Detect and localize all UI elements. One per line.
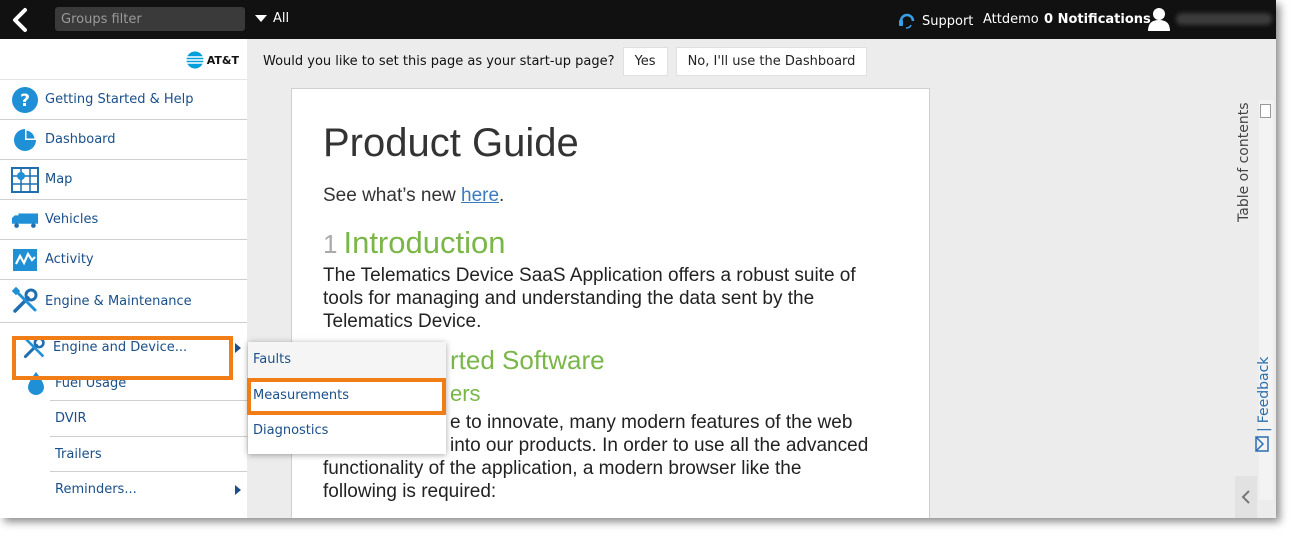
doc-title: Product Guide (323, 121, 579, 165)
startup-page-prompt: Would you like to set this page as your … (263, 47, 868, 76)
sidebar-subitem-engine-device[interactable]: Engine and Device... (0, 330, 247, 366)
sidebar-subitem-trailers[interactable]: Trailers (0, 437, 247, 472)
intro-heading: 1 Introduction (323, 225, 505, 261)
submenu-arrow-icon (235, 342, 241, 353)
body-line-2: into our products. In order to use all t… (450, 435, 869, 456)
subitem-label: DVIR (55, 411, 87, 427)
body-line-1: e to innovate, many modern features of t… (450, 412, 853, 433)
blurred-username (1176, 13, 1272, 25)
sidebar-item-engine-maintenance[interactable]: Engine & Maintenance (0, 280, 247, 323)
app-window: All Support Attdemo 0 Notifications AT&T… (0, 0, 1276, 518)
sidebar-item-label: Activity (45, 252, 94, 267)
flyout-item-faults[interactable]: Faults (248, 342, 446, 378)
headset-icon (898, 9, 916, 33)
intro-heading-text: Introduction (343, 225, 506, 260)
sidebar-item-label: Vehicles (45, 212, 99, 227)
brand-row: AT&T (0, 39, 247, 80)
sidebar-item-getting-started[interactable]: ? Getting Started & Help (0, 80, 247, 120)
intro-line-1: The Telematics Device SaaS Application o… (323, 265, 856, 286)
dropdown-triangle-icon (255, 15, 267, 22)
sidebar-item-label: Dashboard (45, 132, 116, 147)
flyout-item-diagnostics[interactable]: Diagnostics (248, 413, 446, 449)
att-globe-icon (186, 51, 204, 69)
user-avatar-icon[interactable] (1148, 7, 1170, 35)
sidebar: AT&T ? Getting Started & Help Dashboard … (0, 39, 247, 518)
chevron-left-icon (1241, 490, 1250, 504)
sidebar-item-map[interactable]: Map (0, 160, 247, 200)
body-line-3: functionality of the application, a mode… (323, 458, 802, 479)
feedback-tab[interactable]: | Feedback (1255, 357, 1273, 452)
att-logo: AT&T (186, 51, 239, 69)
groups-all-dropdown[interactable]: All (255, 11, 289, 26)
sidebar-item-activity[interactable]: Activity (0, 240, 247, 280)
whats-new-period: . (499, 185, 505, 206)
sidebar-item-dashboard[interactable]: Dashboard (0, 120, 247, 160)
fuel-drop-icon (24, 371, 48, 396)
section-number: 1 (323, 229, 338, 259)
sidebar-subitem-dvir[interactable]: DVIR (0, 401, 247, 437)
intro-line-2: tools for managing and understanding the… (323, 288, 815, 309)
back-arrow-icon[interactable] (8, 6, 34, 34)
sidebar-item-label: Getting Started & Help (45, 92, 194, 107)
sidebar-item-label: Map (45, 172, 73, 187)
groups-filter-input[interactable] (55, 7, 245, 31)
engine-device-flyout-menu: Faults Measurements Diagnostics (248, 342, 446, 454)
map-icon (11, 166, 39, 194)
pie-chart-icon (11, 126, 39, 154)
flyout-item-measurements[interactable]: Measurements (248, 378, 446, 414)
intro-line-3: Telematics Device. (323, 311, 482, 332)
body-line-4: following is required: (323, 481, 497, 502)
table-of-contents-toggle[interactable]: Table of contents (1236, 103, 1252, 223)
yes-button[interactable]: Yes (622, 47, 668, 76)
subitem-label: Fuel Usage (55, 375, 127, 391)
wrench-screwdriver-icon (22, 336, 46, 360)
whats-new-link[interactable]: here (461, 185, 499, 206)
wrench-screwdriver-icon (11, 287, 39, 315)
sidebar-item-vehicles[interactable]: Vehicles (0, 200, 247, 240)
help-icon: ? (11, 86, 39, 114)
user-menu-link[interactable]: Attdemo (983, 12, 1039, 27)
support-label: Support (922, 13, 974, 29)
subitem-label: Reminders... (55, 482, 137, 498)
startup-question: Would you like to set this page as your … (263, 54, 615, 69)
browsers-heading: ers (450, 381, 481, 406)
att-logo-text: AT&T (206, 53, 239, 67)
submenu-arrow-icon (235, 484, 241, 495)
activity-icon (11, 246, 39, 274)
feedback-envelope-icon (1255, 436, 1273, 452)
sidebar-item-label: Engine & Maintenance (45, 293, 192, 309)
collapse-panel-button[interactable] (1235, 476, 1257, 518)
subitem-label: Engine and Device... (53, 340, 188, 356)
sidebar-subitem-fuel-usage[interactable]: Fuel Usage (0, 366, 247, 401)
all-label: All (273, 11, 290, 26)
support-link[interactable]: Support (898, 9, 973, 33)
feedback-label: Feedback (1256, 356, 1272, 424)
use-dashboard-button[interactable]: No, I'll use the Dashboard (675, 47, 868, 76)
sidebar-subitem-reminders[interactable]: Reminders... (0, 472, 247, 508)
supported-software-heading: rted Software (450, 345, 605, 375)
whats-new-text: See what’s new (323, 185, 462, 206)
truck-icon (11, 206, 39, 234)
whats-new-line: See what’s new here. (323, 185, 504, 207)
svg-text:?: ? (20, 91, 30, 111)
subitem-label: Trailers (55, 446, 102, 462)
top-bar: All Support Attdemo 0 Notifications (0, 0, 1276, 39)
scrollbar-thumb[interactable] (1260, 104, 1271, 118)
notifications-link[interactable]: 0 Notifications (1044, 12, 1151, 27)
